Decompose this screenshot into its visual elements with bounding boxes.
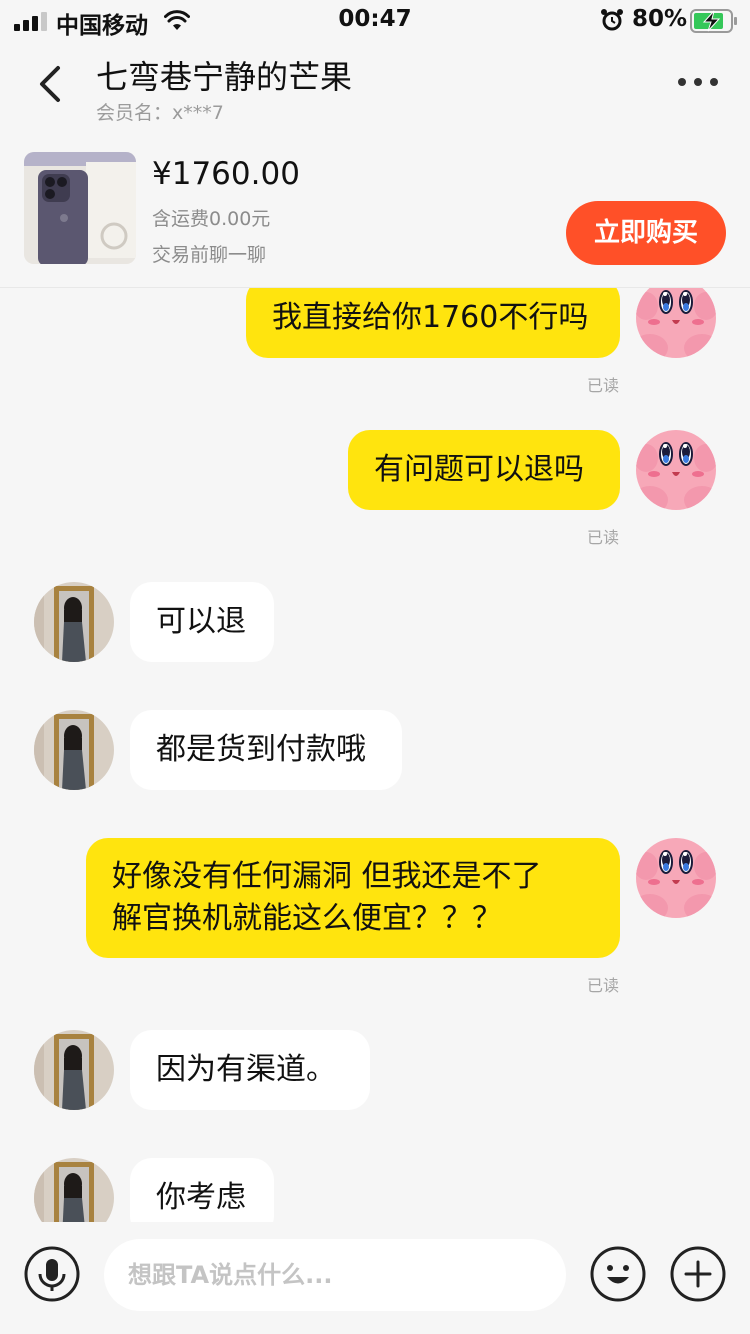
add-attachment-icon[interactable] [670, 1246, 726, 1302]
more-options-icon[interactable] [676, 72, 720, 92]
message-bubble-sent[interactable]: 我直接给你1760不行吗 [246, 288, 620, 358]
message-bubble-received[interactable]: 因为有渠道。 [130, 1030, 370, 1110]
buy-now-button[interactable]: 立即购买 [566, 201, 726, 265]
emoji-icon[interactable] [590, 1246, 646, 1302]
product-price: ¥1760.00 [152, 156, 300, 192]
message-text-line: 好像没有任何漏洞 但我还是不了 [112, 859, 542, 894]
chat-title: 七弯巷宁静的芒果 [96, 58, 353, 96]
message-text: 你考虑 [156, 1180, 246, 1215]
my-avatar[interactable] [636, 288, 716, 358]
contact-avatar[interactable] [34, 710, 114, 790]
message-text: 我直接给你1760不行吗 [272, 300, 589, 335]
shipping-info: 含运费0.00元 [152, 208, 271, 230]
message-input[interactable] [104, 1239, 566, 1311]
message-text: 有问题可以退吗 [374, 452, 584, 487]
member-name: 会员名：x***7 [96, 102, 224, 124]
product-thumbnail[interactable] [24, 152, 136, 264]
message-text-line: 解官换机就能这么便宜？？？ [112, 901, 502, 936]
read-status: 已读 [586, 376, 619, 395]
my-avatar[interactable] [636, 838, 716, 918]
read-status: 已读 [586, 528, 619, 547]
read-status: 已读 [586, 976, 619, 995]
input-bar [0, 1222, 750, 1334]
battery-percent: 80% [632, 6, 688, 32]
contact-avatar[interactable] [34, 1030, 114, 1110]
my-avatar[interactable] [636, 430, 716, 510]
message-text: 都是货到付款哦 [156, 732, 366, 767]
phone-image [24, 152, 136, 264]
message-bubble-received[interactable]: 可以退 [130, 582, 274, 662]
message-text: 可以退 [156, 604, 246, 639]
contact-avatar[interactable] [34, 1158, 114, 1222]
chat-message-list[interactable]: 我直接给你1760不行吗 已读 有问题可以退吗 已读 可以退 都是货到付款哦 好… [0, 288, 750, 1222]
message-bubble-sent[interactable]: 好像没有任何漏洞 但我还是不了 解官换机就能这么便宜？？？ [86, 838, 620, 958]
back-arrow-icon[interactable] [34, 62, 66, 106]
message-bubble-received[interactable]: 你考虑 [130, 1158, 274, 1222]
message-bubble-received[interactable]: 都是货到付款哦 [130, 710, 402, 790]
microphone-icon[interactable] [24, 1246, 80, 1302]
battery-charging-icon [690, 9, 737, 33]
message-bubble-sent[interactable]: 有问题可以退吗 [348, 430, 620, 510]
chat-tip: 交易前聊一聊 [152, 244, 267, 266]
status-bar: 中国移动 00:47 80% [0, 0, 750, 44]
contact-avatar[interactable] [34, 582, 114, 662]
alarm-icon [601, 9, 623, 31]
message-text: 因为有渠道。 [156, 1052, 336, 1087]
